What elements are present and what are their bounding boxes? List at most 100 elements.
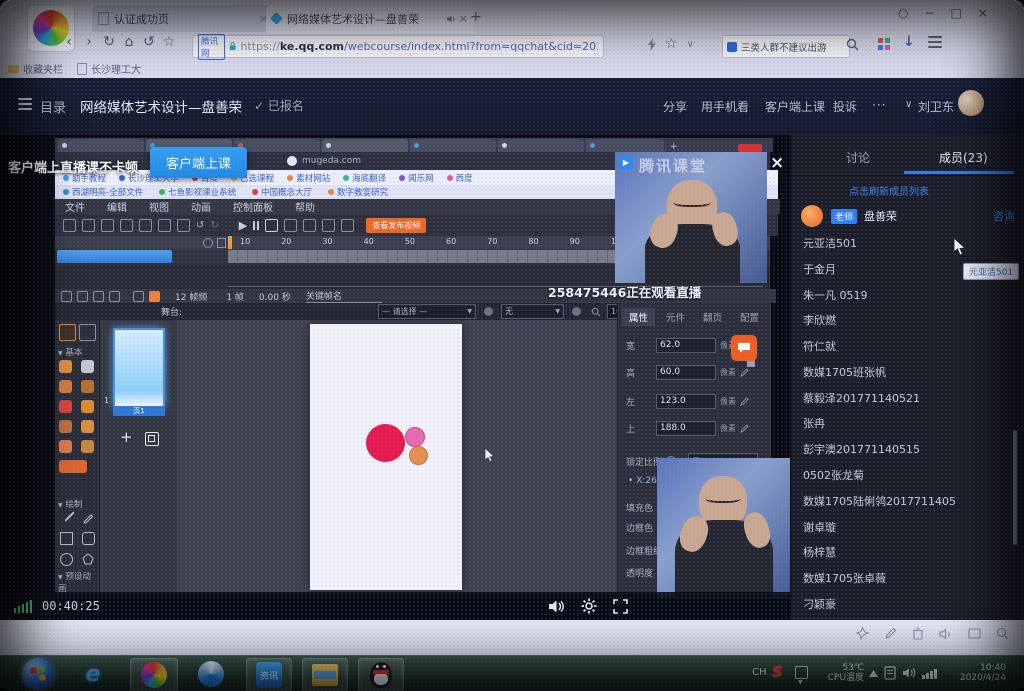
page-thumbnail[interactable] — [113, 328, 165, 408]
action-center-icon[interactable] — [884, 666, 896, 680]
effect-select[interactable]: 无▼ — [501, 304, 564, 319]
new-doc-icon[interactable] — [63, 219, 76, 232]
keyframe-name-field[interactable]: 关键帧名 — [306, 289, 382, 303]
pencil-icon[interactable] — [740, 368, 749, 377]
tab-audio-icon[interactable] — [446, 14, 456, 24]
inner-tab[interactable] — [410, 139, 496, 152]
user-avatar[interactable] — [958, 90, 984, 116]
member-item[interactable]: 0502张龙菊 — [803, 467, 1008, 483]
tab-properties[interactable]: 属性 — [622, 308, 655, 326]
gallery-tool-icon[interactable] — [59, 380, 72, 393]
onion-skin-icon[interactable] — [109, 291, 120, 302]
pen-tool-icon[interactable] — [82, 512, 94, 524]
bookmark-item[interactable]: 中国概念大厅 — [252, 186, 312, 198]
redo-icon[interactable]: ↻ — [210, 220, 218, 231]
taskbar-files-app[interactable] — [302, 658, 348, 691]
pencil-icon[interactable] — [740, 424, 749, 433]
add-layer-icon[interactable] — [61, 291, 72, 302]
start-button[interactable] — [22, 658, 54, 690]
artboard[interactable] — [310, 324, 462, 590]
back-icon[interactable]: ‹ — [60, 34, 78, 50]
member-item[interactable]: 数媒1705张卓薇 — [803, 570, 1008, 586]
dropdown-chevron-icon[interactable]: ∨ — [687, 39, 694, 50]
section-preset-animation[interactable]: ▼ 预设动画 — [58, 570, 99, 594]
grid-icon[interactable] — [303, 219, 316, 232]
form-tool-icon[interactable] — [81, 420, 94, 433]
tray-clock[interactable]: 10:40 2020/4/24 — [944, 663, 1006, 683]
bookmark-item[interactable]: 数字教宴研究 — [328, 186, 388, 198]
tab-component[interactable]: 元件 — [659, 308, 692, 326]
browser-menu-icon[interactable] — [928, 41, 942, 43]
bookmark-item[interactable]: 七鱼影视课业系统 — [159, 186, 236, 198]
bookmark-item[interactable]: 海底翻译 — [343, 172, 386, 184]
favorite-star-icon[interactable]: ☆ — [160, 34, 178, 50]
user-name[interactable]: 刘卫东 — [918, 98, 954, 115]
member-item[interactable]: 刁颖豪 — [803, 596, 1008, 612]
pin-icon[interactable] — [856, 627, 869, 640]
copy-icon[interactable] — [139, 219, 152, 232]
ime-toolbar-icon[interactable] — [795, 666, 808, 679]
pencil-icon[interactable] — [740, 397, 749, 406]
client-class-promo-button[interactable]: 客户端上课 — [150, 147, 247, 178]
publish-preview-button[interactable]: 查看发布视频 — [366, 218, 426, 233]
left-input[interactable]: 123.0 — [656, 394, 716, 409]
duplicate-page-button[interactable] — [145, 432, 159, 446]
bookmark-item[interactable]: 西度 — [447, 172, 473, 184]
open-doc-icon[interactable] — [82, 219, 95, 232]
tab-cert-page[interactable]: 认证成功页 × — [92, 5, 274, 32]
menu-view[interactable]: 视图 — [149, 199, 169, 214]
ellipse-tool-icon[interactable] — [60, 553, 73, 566]
user-chevron-icon[interactable]: ∨ — [905, 99, 912, 110]
orange-circle-shape[interactable] — [409, 446, 428, 465]
chat-fab-button[interactable] — [731, 335, 757, 361]
skin-icon[interactable]: ○ — [898, 6, 908, 20]
play-icon[interactable]: ▶ — [239, 219, 247, 232]
refresh-members-link[interactable]: 点击刷新成员列表 — [849, 183, 929, 198]
top-input[interactable]: 188.0 — [656, 421, 716, 436]
gear-dot-icon[interactable] — [484, 307, 493, 316]
settings-gear-icon[interactable] — [581, 598, 597, 614]
shape-tool-icon[interactable] — [59, 420, 72, 433]
inner-tab[interactable] — [586, 139, 664, 152]
reload-icon[interactable]: ↻ — [100, 34, 118, 50]
menu-help[interactable]: 帮助 — [295, 199, 315, 214]
taskbar-news-app[interactable]: 资讯 — [246, 658, 292, 691]
line-tool-icon[interactable] — [65, 512, 75, 522]
undo-icon[interactable]: ↺ — [196, 220, 204, 231]
chart-tool-icon[interactable] — [59, 440, 72, 453]
height-input[interactable]: 60.0 — [656, 365, 716, 380]
bookmark-item[interactable]: 长沙理工大 — [77, 61, 141, 76]
volume-icon[interactable] — [548, 599, 565, 614]
bookmark-folder-item[interactable]: 收藏夹栏 — [8, 61, 63, 76]
trash-icon[interactable] — [912, 627, 924, 640]
catalog-menu-icon[interactable] — [18, 103, 32, 105]
audio-tool-icon[interactable] — [81, 380, 94, 393]
member-item[interactable]: 朱一凡 0519 — [803, 287, 1008, 303]
bookmark-item[interactable]: 闻乐网 — [399, 172, 434, 184]
member-item[interactable]: 张冉 — [803, 415, 1008, 431]
member-item[interactable]: 谢卓璇 — [803, 519, 1008, 535]
tab-pageflip[interactable]: 翻页 — [696, 308, 729, 326]
fullscreen-icon[interactable] — [613, 599, 628, 614]
doc-settings-icon[interactable] — [322, 219, 335, 232]
address-bar[interactable]: 腾讯网 https://ke.qq.com/webcourse/index.ht… — [192, 35, 604, 58]
new-tab-button[interactable]: + — [470, 9, 482, 25]
eye-icon[interactable] — [203, 238, 213, 248]
page-caption[interactable]: 页1 — [113, 406, 165, 416]
red-circle-shape[interactable] — [366, 424, 405, 462]
cut-icon[interactable] — [120, 219, 133, 232]
member-item[interactable]: 数媒1705陆俐鸰2017711405 — [803, 493, 1008, 509]
bookmark-item[interactable]: 素材网站 — [287, 172, 330, 184]
member-item[interactable]: 元亚洁501 — [803, 235, 1008, 251]
add-motion-icon[interactable] — [149, 291, 160, 302]
taskbar-swirl-browser[interactable] — [190, 658, 232, 690]
roundrect-tool-icon[interactable] — [82, 532, 95, 545]
network-signal-icon[interactable] — [922, 669, 937, 679]
menu-file[interactable]: 文件 — [65, 199, 85, 214]
search-icon[interactable] — [846, 38, 859, 51]
members-scrollbar[interactable] — [1013, 430, 1017, 545]
window-icon[interactable] — [968, 628, 981, 639]
tab-course-page[interactable]: 网络媒体艺术设计—盘善荣 × — [266, 5, 474, 32]
member-item[interactable]: 李欣燃 — [803, 312, 1008, 328]
camera-icon[interactable] — [341, 219, 354, 232]
